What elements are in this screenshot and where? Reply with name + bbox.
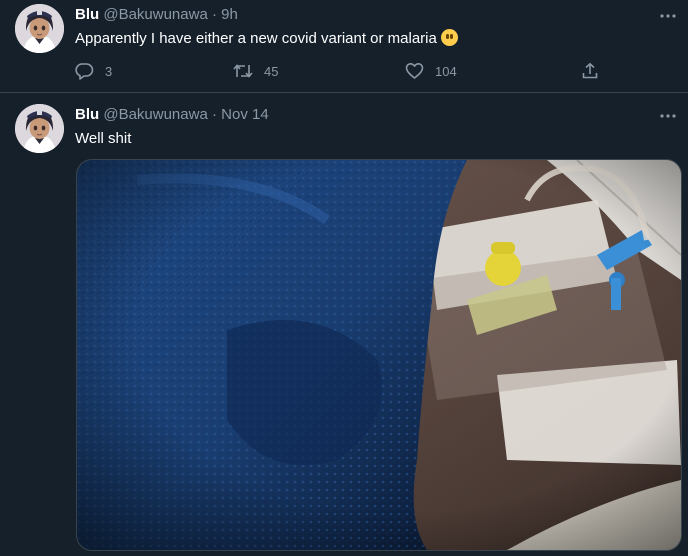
handle[interactable]: @Bakuwunawa [103,106,207,123]
iv-cannula-photo [77,160,681,550]
timestamp[interactable]: Nov 14 [221,106,269,123]
tweet-actions: 3 45 104 [75,62,615,82]
retweet-icon [233,64,253,78]
tweet-text: Well shit [75,129,131,149]
tweet-header: Blu @Bakuwunawa · Nov 14 [75,105,269,125]
timestamp[interactable]: 9h [221,6,238,23]
share-icon [582,62,598,79]
display-name[interactable]: Blu [75,106,99,123]
like-button[interactable]: 104 [405,62,457,80]
share-button[interactable] [581,62,599,80]
tweet-text: Apparently I have either a new covid var… [75,29,458,49]
tweet[interactable]: Blu @Bakuwunawa · 9h Apparently I have e… [0,0,688,93]
separator: · [211,106,217,123]
more-options-icon[interactable] [658,106,678,126]
handle[interactable]: @Bakuwunawa [103,6,207,23]
reply-button[interactable]: 3 [75,62,112,80]
retweet-count: 45 [264,63,279,79]
avatar[interactable] [15,104,64,153]
separator: · [211,6,217,23]
display-name[interactable]: Blu [75,6,99,23]
retweet-button[interactable]: 45 [233,62,278,80]
reply-count: 3 [105,63,113,79]
tweet[interactable]: Blu @Bakuwunawa · Nov 14 Well shit [0,93,688,556]
tweet-photo[interactable] [76,159,682,551]
more-options-icon[interactable] [658,6,678,26]
reply-icon [75,63,94,80]
face-without-mouth-emoji-icon [440,29,458,46]
heart-icon [405,63,424,79]
tweet-header: Blu @Bakuwunawa · 9h [75,5,238,25]
tweet-text-content: Well shit [75,130,132,147]
like-count: 104 [435,63,457,79]
tweet-text-content: Apparently I have either a new covid var… [75,30,437,47]
avatar[interactable] [15,4,64,53]
